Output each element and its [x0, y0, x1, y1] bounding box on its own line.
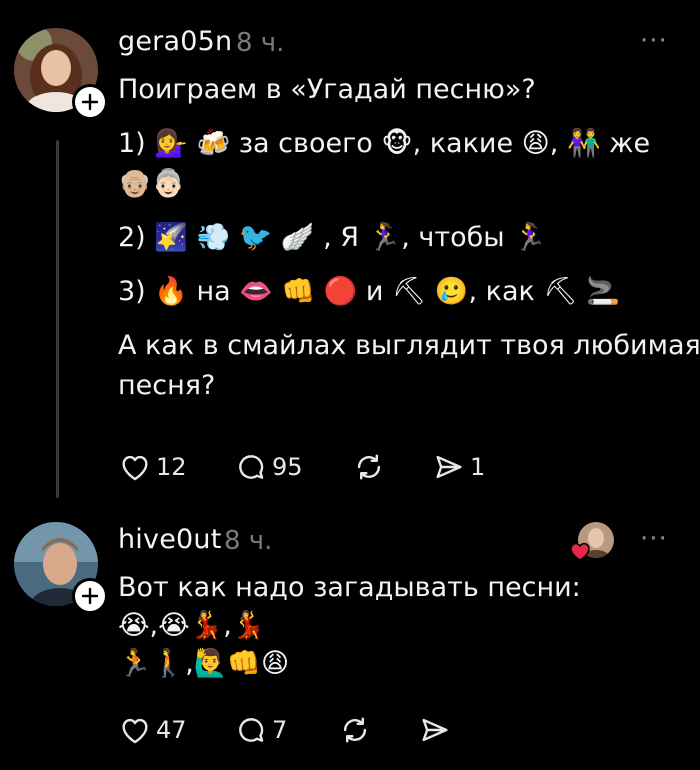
comment-count: 95	[272, 453, 303, 481]
timestamp: 8 ч.	[224, 526, 273, 556]
comment-count: 7	[272, 716, 288, 744]
comment-button[interactable]: 7	[234, 710, 287, 750]
like-button[interactable]: 12	[118, 447, 187, 487]
post-line: Вот как надо загадывать песни:	[118, 572, 581, 603]
share-count: 1	[470, 453, 486, 481]
follow-plus-button[interactable]	[72, 84, 108, 120]
post-line: 🏃🚶,🙋‍♂️👊😩	[118, 648, 290, 679]
post-text: Вот как надо загадывать песни: 😭,😭💃,💃 🏃🚶…	[118, 568, 678, 682]
plus-icon	[81, 93, 99, 111]
send-icon	[422, 718, 448, 742]
like-button[interactable]: 47	[118, 710, 187, 750]
post-gera05n: gera05n 8 ч. ··· Поиграем в «Угадай песн…	[0, 0, 700, 510]
share-button[interactable]: 1	[432, 447, 485, 487]
post-text: Поиграем в «Угадай песню»? 1) 💁‍♀️ 🍻 за …	[118, 70, 700, 406]
post-line: А как в смайлах выглядит твоя любимая	[118, 330, 700, 361]
post-line: Поиграем в «Угадай песню»?	[118, 74, 536, 105]
like-count: 12	[156, 453, 187, 481]
post-actions: 12 95 1	[118, 447, 678, 487]
repost-icon	[343, 717, 367, 743]
post-line: 😭,😭💃,💃	[118, 610, 266, 641]
repost-icon	[357, 454, 381, 480]
post-line: 👴🏼👵🏻	[118, 168, 186, 199]
heart-icon	[122, 718, 148, 744]
more-options-button[interactable]: ···	[640, 26, 668, 56]
comment-icon	[239, 718, 264, 742]
username[interactable]: gera05n	[118, 26, 232, 57]
share-button[interactable]	[418, 710, 452, 750]
post-line: 3) 🔥 на 👄 👊 🔴 и ⛏ 🥲, как ⛏ 🚬	[118, 276, 620, 307]
post-line: 2) 🌠 💨 🐦 🪽 , Я 🏃‍♀️, чтобы 🏃‍♀️￼	[118, 222, 547, 253]
repost-button[interactable]	[338, 710, 372, 750]
send-icon	[436, 455, 462, 479]
post-line: 1) 💁‍♀️ 🍻 за своего 🐵, какие 😩, 👫 же	[118, 128, 651, 159]
post-actions: 47 7	[118, 710, 678, 750]
thread-line	[56, 140, 59, 498]
post-hive0ut: hive0ut 8 ч. ··· Вот как надо загадывать…	[0, 510, 700, 770]
post-line: песня?	[118, 370, 216, 401]
like-count: 47	[156, 716, 187, 744]
comment-icon	[239, 455, 264, 479]
more-options-button[interactable]: ···	[640, 524, 668, 554]
heart-icon	[122, 455, 148, 481]
comment-button[interactable]: 95	[234, 447, 303, 487]
plus-icon	[81, 587, 99, 605]
repost-button[interactable]	[352, 447, 386, 487]
username[interactable]: hive0ut	[118, 524, 221, 555]
red-heart-icon	[570, 542, 590, 561]
timestamp: 8 ч.	[236, 28, 285, 58]
follow-plus-button[interactable]	[72, 578, 108, 614]
